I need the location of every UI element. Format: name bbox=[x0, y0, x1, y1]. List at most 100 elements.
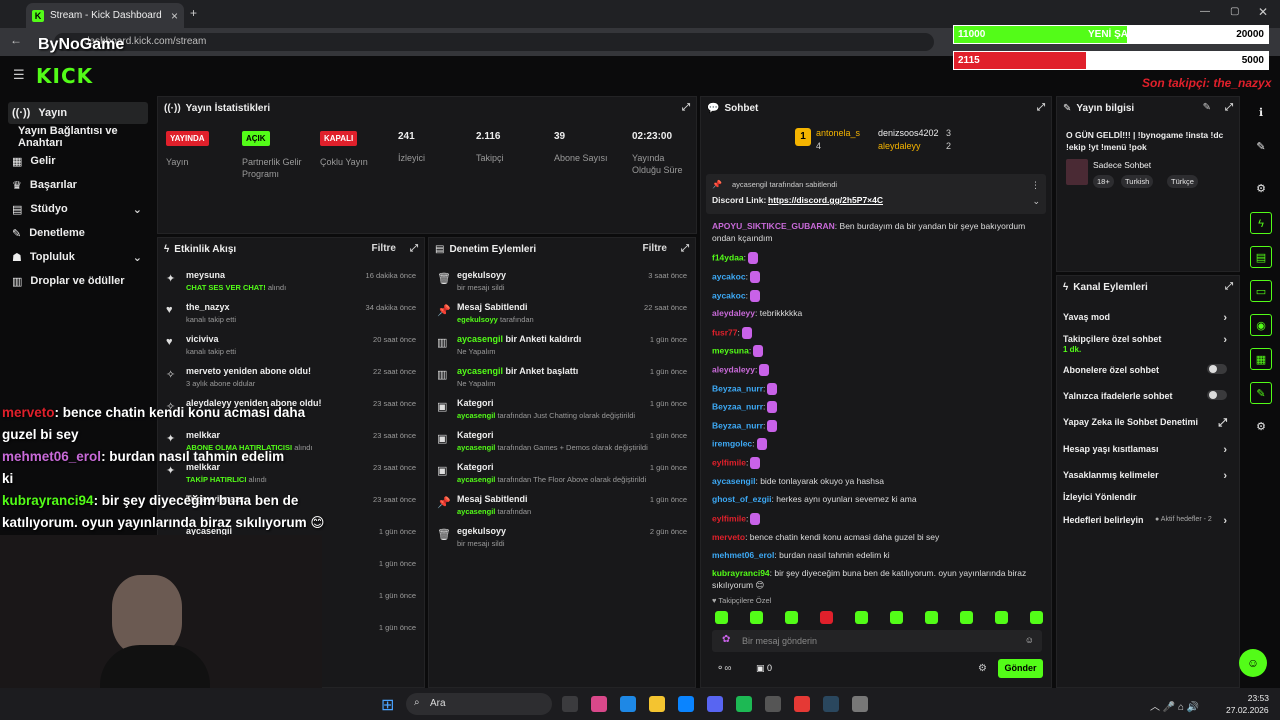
chat-username[interactable]: aleydaleyy bbox=[712, 364, 755, 374]
sidebar-item-topluluk[interactable]: ☗ Topluluk ⌄ bbox=[8, 246, 148, 268]
chat-username[interactable]: kubrayranci94 bbox=[712, 568, 770, 578]
popout-icon[interactable]: ⤢ bbox=[1225, 281, 1233, 292]
tray-icons[interactable]: ︿ 🎤 ⌂ 🔊 bbox=[1150, 698, 1199, 713]
app-icon[interactable] bbox=[852, 696, 868, 712]
close-tab-icon[interactable]: × bbox=[171, 9, 178, 23]
chat-username[interactable]: iremgolec bbox=[712, 438, 752, 448]
emote-icon[interactable] bbox=[820, 611, 833, 624]
wrench-icon[interactable]: ✎ bbox=[1250, 382, 1272, 404]
menu-icon[interactable]: ☰ bbox=[13, 67, 25, 83]
sidebar-item-droplar[interactable]: ▥ Droplar ve ödüller bbox=[8, 270, 148, 292]
minimize-icon[interactable]: — bbox=[1200, 6, 1210, 17]
bolt-icon[interactable]: ϟ bbox=[1250, 212, 1272, 234]
sidebar-item-basarilar[interactable]: ♛ Başarılar bbox=[8, 174, 148, 196]
discord-icon[interactable] bbox=[707, 696, 723, 712]
maximize-icon[interactable]: ▢ bbox=[1230, 6, 1239, 17]
emote-icon[interactable] bbox=[855, 611, 868, 624]
start-icon[interactable]: ⊞ bbox=[381, 695, 394, 715]
chat-username[interactable]: aycakoc bbox=[712, 290, 746, 300]
files-icon[interactable] bbox=[649, 696, 665, 712]
settings-icon[interactable]: ⚙ bbox=[1250, 178, 1272, 200]
chat-username[interactable]: eylfimile bbox=[712, 457, 746, 467]
tag[interactable]: Türkçe bbox=[1167, 175, 1198, 188]
new-tab-icon[interactable]: + bbox=[190, 6, 197, 20]
filter-button[interactable]: Filtre bbox=[372, 243, 396, 254]
sidebar-item-studyo[interactable]: ▤ Stüdyo ⌄ bbox=[8, 198, 148, 220]
settings-gear-icon[interactable]: ⚙ bbox=[978, 663, 987, 674]
chat-username[interactable]: Beyzaa_nurr bbox=[712, 401, 763, 411]
emote-only-toggle[interactable] bbox=[1207, 390, 1227, 400]
support-icon[interactable]: ☺ bbox=[1239, 649, 1267, 677]
edit-icon[interactable]: ✎ bbox=[1250, 136, 1272, 158]
chevron-down-icon[interactable]: ⌄ bbox=[1032, 196, 1040, 207]
emote-icon[interactable] bbox=[785, 611, 798, 624]
subs-only-toggle[interactable] bbox=[1207, 364, 1227, 374]
popout-icon[interactable]: ⤢ bbox=[681, 243, 689, 254]
chat-username[interactable]: aleydaleyy bbox=[712, 308, 755, 318]
chat-username[interactable]: meysuna bbox=[712, 345, 749, 355]
sidebar-item-denetleme[interactable]: ✎ Denetleme bbox=[8, 222, 148, 244]
chat-username[interactable]: aycasengil bbox=[712, 476, 755, 486]
steam-icon[interactable] bbox=[823, 696, 839, 712]
emote-icon[interactable] bbox=[715, 611, 728, 624]
slow-mode-row[interactable]: Yavaş mod › bbox=[1063, 312, 1233, 324]
info-icon[interactable]: ℹ bbox=[1250, 102, 1272, 124]
followers-only-row[interactable]: Takipçilere özel sohbet 1 dk. › bbox=[1063, 334, 1233, 354]
filter-button[interactable]: Filtre bbox=[643, 243, 667, 254]
pinned-link[interactable]: https://discord.gg/2h5P7×4C bbox=[768, 195, 883, 205]
chat-username[interactable]: eylfimile bbox=[712, 513, 746, 523]
send-button[interactable]: Gönder bbox=[998, 659, 1043, 678]
chat-username[interactable]: Beyzaa_nurr bbox=[712, 383, 763, 393]
gear-icon[interactable]: ⚙ bbox=[1250, 416, 1272, 438]
browser-tab[interactable]: K Stream - Kick Dashboard × bbox=[26, 3, 184, 28]
back-icon[interactable]: ← bbox=[10, 33, 22, 47]
list-icon[interactable]: ▤ bbox=[1250, 246, 1272, 268]
account-age-row[interactable]: Hesap yaşı kısıtlaması › bbox=[1063, 444, 1233, 456]
popout-icon[interactable]: ⤢ bbox=[1037, 102, 1045, 113]
chat-input[interactable]: ✿ Bir mesaj gönderin ☺ bbox=[712, 630, 1042, 652]
smiley-icon[interactable]: ☺ bbox=[1025, 635, 1034, 645]
chrome-icon[interactable] bbox=[794, 696, 810, 712]
tag[interactable]: 18+ bbox=[1093, 175, 1114, 188]
emote-picker-icon[interactable]: ✿ bbox=[722, 634, 730, 645]
mail-icon[interactable] bbox=[678, 696, 694, 712]
tag[interactable]: Turkish bbox=[1121, 175, 1154, 188]
sidebar-item-yayin[interactable]: ((·)) Yayın bbox=[8, 102, 148, 124]
chat-username[interactable]: aycakoc bbox=[712, 271, 746, 281]
sidebar-item-gelir[interactable]: ▦ Gelir bbox=[8, 150, 148, 172]
popout-icon[interactable]: ⤢ bbox=[410, 243, 418, 254]
chat-username[interactable]: APOYU_SIKTIKCE_GUBARAN bbox=[712, 221, 835, 231]
chat-username[interactable]: merveto bbox=[712, 532, 745, 542]
popout-icon[interactable]: ⤢ bbox=[1225, 102, 1233, 113]
chat-input-placeholder[interactable]: Bir mesaj gönderin bbox=[742, 636, 817, 646]
chat-icon[interactable]: ▭ bbox=[1250, 280, 1272, 302]
close-window-icon[interactable]: ✕ bbox=[1258, 5, 1268, 19]
more-icon[interactable]: ⋮ bbox=[1031, 180, 1040, 191]
settings-app-icon[interactable] bbox=[765, 696, 781, 712]
chat-username[interactable]: f14ydaa bbox=[712, 252, 744, 262]
task-view-icon[interactable] bbox=[562, 696, 578, 712]
sidebar-item-stream-key[interactable]: Yayın Bağlantısı ve Anahtarı bbox=[14, 125, 154, 149]
ai-moderation-row[interactable]: Yapay Zeka ile Sohbet Denetimi ⤢ bbox=[1063, 417, 1233, 429]
url-field[interactable]: dashboard.kick.com/stream bbox=[54, 33, 934, 51]
copilot-icon[interactable] bbox=[591, 696, 607, 712]
goals-row[interactable]: Hedefleri belirleyin ● Aktif hedefler - 2… bbox=[1063, 515, 1233, 527]
chat-username[interactable]: Beyzaa_nurr bbox=[712, 420, 763, 430]
taskbar-search[interactable]: ⌕ Ara bbox=[406, 693, 552, 715]
edit-icon[interactable]: ✎ bbox=[1203, 102, 1211, 113]
chat-username[interactable]: mehmet06_erol bbox=[712, 550, 774, 560]
edge-icon[interactable] bbox=[620, 696, 636, 712]
chat-username[interactable]: fusr77 bbox=[712, 327, 738, 337]
emote-icon[interactable] bbox=[750, 611, 763, 624]
emote-icon[interactable] bbox=[925, 611, 938, 624]
chat-mode-icon[interactable]: ⚬∞ bbox=[716, 663, 732, 674]
kick-logo[interactable]: KICK bbox=[36, 64, 93, 88]
raid-row[interactable]: İzleyici Yönlendir bbox=[1063, 492, 1233, 502]
banned-words-row[interactable]: Yasaklanmış kelimeler › bbox=[1063, 470, 1233, 482]
chat-username[interactable]: ghost_of_ezgii bbox=[712, 494, 772, 504]
emote-icon[interactable] bbox=[1030, 611, 1043, 624]
emote-icon[interactable] bbox=[995, 611, 1008, 624]
emote-icon[interactable] bbox=[890, 611, 903, 624]
emote-icon[interactable] bbox=[960, 611, 973, 624]
broadcast-icon[interactable]: ◉ bbox=[1250, 314, 1272, 336]
